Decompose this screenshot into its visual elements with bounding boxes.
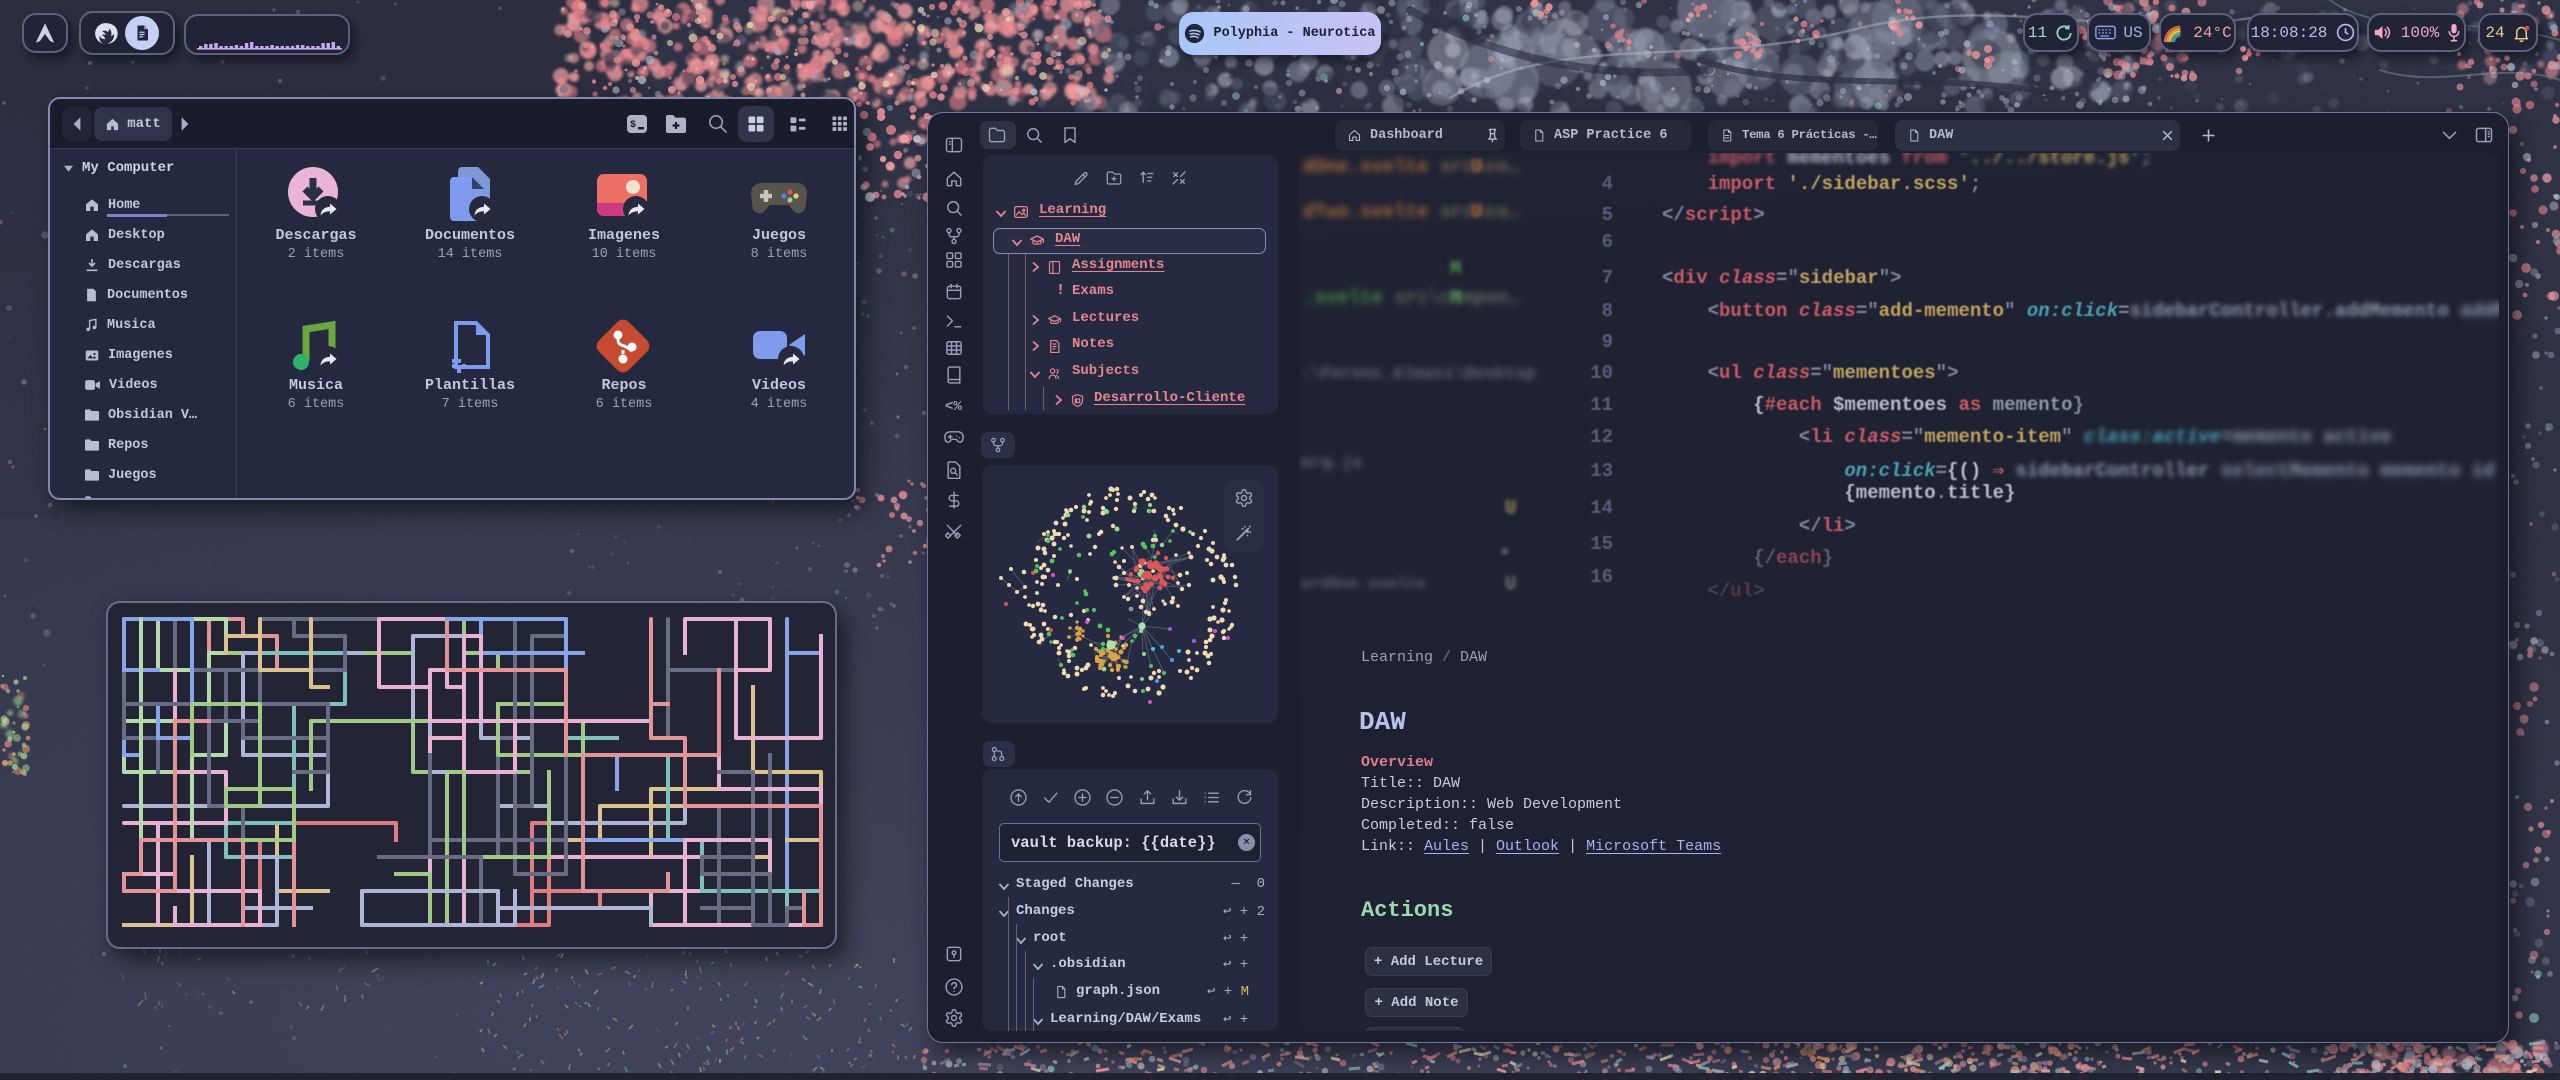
svg-text:<%: <% — [945, 399, 962, 415]
svg-text:$: $ — [630, 119, 636, 131]
